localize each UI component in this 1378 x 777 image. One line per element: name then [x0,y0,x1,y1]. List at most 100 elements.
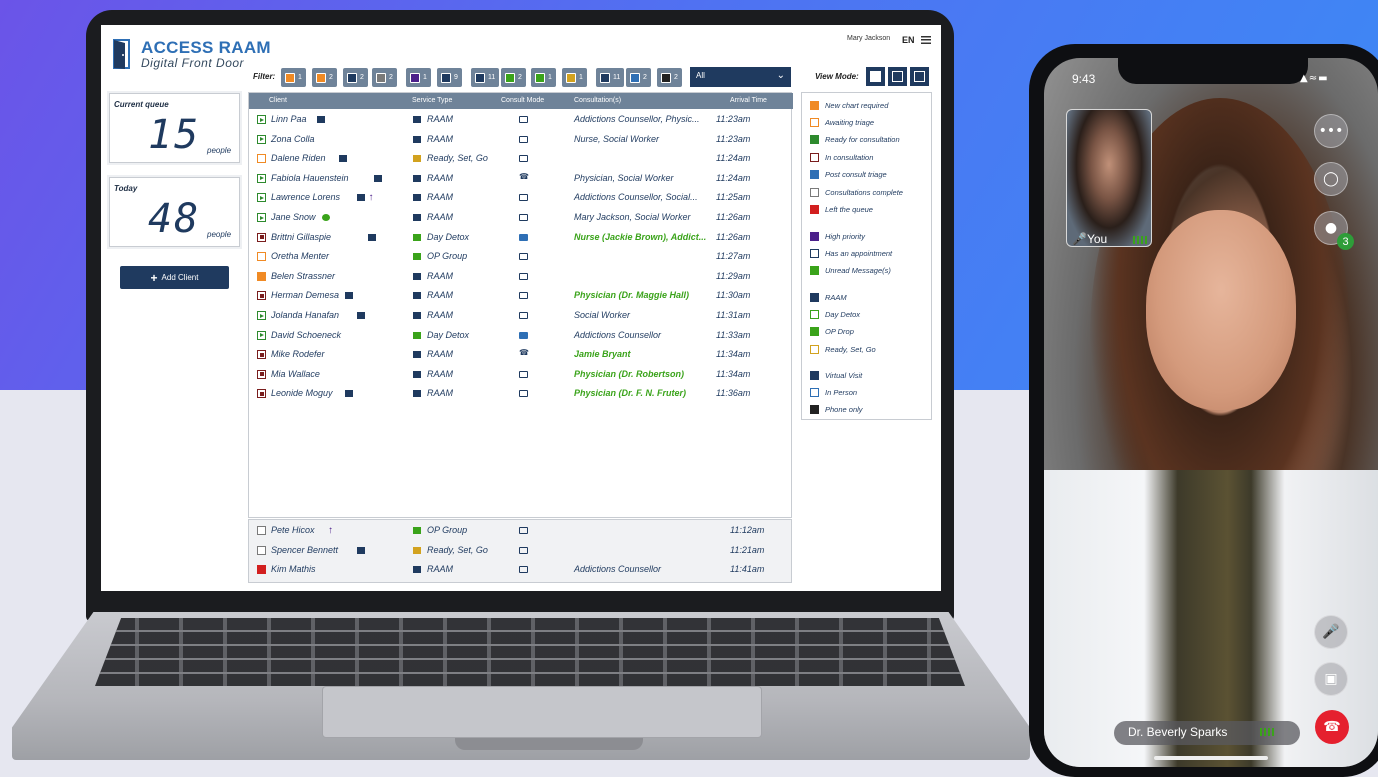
client-name[interactable]: Linn Paa [271,114,307,124]
client-name[interactable]: Jane Snow [271,212,316,222]
client-name[interactable]: Leonide Moguy [271,388,333,398]
mute-microphone-icon[interactable]: 🎤 [1314,615,1348,649]
user-name[interactable]: Mary Jackson [847,35,890,42]
table-row[interactable]: Lawrence Lorens ↑ RAAM Addictions Counsello… [249,188,793,208]
legend-item: Ready for consultation [810,134,900,146]
filter-chip[interactable]: 9 [437,68,462,87]
table-row[interactable]: Kim Mathis RAAM Addictions Counsellor 11:41… [249,560,793,580]
client-name[interactable]: Lawrence Lorens [271,192,340,202]
table-row[interactable]: Pete Hicox ↑ OP Group 11:12am [249,521,793,541]
table-header: Client Service Type Consult Mode Consult… [249,93,793,109]
filter-chip-icon [535,72,545,83]
client-name[interactable]: David Schoeneck [271,330,341,340]
table-row[interactable]: Zona Colla RAAM Nurse, Social Worker 11:23a… [249,130,793,150]
legend-item: In consultation [810,151,873,163]
filter-chip[interactable]: 1 [406,68,431,87]
self-video-tile[interactable] [1066,109,1152,247]
today-card: Today 48 people [109,177,240,247]
client-name[interactable]: Jolanda Hanafan [271,310,339,320]
self-signal-icon [1133,236,1147,244]
filter-chip[interactable]: 1 [562,68,587,87]
table-row[interactable]: Belen Strassner RAAM 11:29am [249,267,793,287]
filter-chip[interactable]: 1 [281,68,306,87]
client-name[interactable]: Spencer Bennett [271,545,338,555]
client-name[interactable]: Herman Demesa [271,290,339,300]
table-row[interactable]: Spencer Bennett Ready, Set, Go 11:21am [249,541,793,561]
filter-chip[interactable]: 2 [657,68,682,87]
virtual-visit-icon [519,527,528,534]
header-client[interactable]: Client [269,97,287,104]
appointment-icon [356,546,365,554]
legend-item: Virtual Visit [810,369,862,381]
filter-chip[interactable]: 2 [372,68,397,87]
client-name[interactable]: Belen Strassner [271,271,335,281]
view-mode-list-button[interactable] [866,67,885,86]
service-type: RAAM [427,388,454,399]
service-type: RAAM [427,310,454,320]
filter-chip[interactable]: 2 [343,68,368,87]
service-type: RAAM [427,290,454,301]
unread-message-icon [322,214,331,221]
header-arrival-time[interactable]: Arrival Time [730,97,767,104]
client-name[interactable]: Pete Hicox [271,525,315,535]
view-mode-full-button[interactable] [910,67,929,86]
table-row[interactable]: Mike Rodefer RAAM ☎ Jamie Bryant 11:34am [249,345,793,365]
client-name[interactable]: Kim Mathis [271,564,316,574]
view-mode-split-button[interactable] [888,67,907,86]
filter-chip-count: 9 [454,74,458,81]
chat-icon[interactable]: ◯ [1314,162,1348,196]
legend-item: Has an appointment [810,247,892,259]
appointment-icon [367,233,376,241]
high-priority-icon [810,231,819,241]
client-name[interactable]: Oretha Menter [271,251,329,261]
table-row[interactable]: David Schoeneck Day Detox Addictions Couns… [249,326,793,346]
hamburger-menu-icon[interactable] [921,36,931,44]
end-call-icon[interactable]: ☎ [1315,710,1349,744]
client-name[interactable]: Mike Rodefer [271,349,325,359]
header-consult-mode[interactable]: Consult Mode [501,97,544,104]
header-service-type[interactable]: Service Type [412,97,452,104]
table-row[interactable]: Herman Demesa RAAM Physician (Dr. Maggie H… [249,286,793,306]
add-client-button[interactable]: + Add Client [120,266,229,289]
filter-chip[interactable]: 2 [312,68,337,87]
filter-select[interactable]: All ⌄ [690,67,791,87]
split-view-icon [892,71,903,82]
table-row[interactable]: Fabiola Hauenstein RAAM ☎ Physician, Social… [249,169,793,189]
filter-select-value: All [696,71,705,80]
client-name[interactable]: Zona Colla [271,134,315,144]
more-options-icon[interactable]: ••• [1314,114,1348,148]
status-icon [257,389,266,399]
service-type-icon [413,272,421,280]
arrival-time: 11:25am [716,192,751,203]
filter-chip-count: 11 [488,74,496,81]
table-row[interactable]: Brittni Gillaspie Day Detox Nurse (Jackie … [249,228,793,248]
table-row[interactable]: Linn Paa RAAM Addictions Counsellor, Physi… [249,110,793,130]
filter-chip-count: 2 [360,74,364,81]
appointment-icon [373,174,382,182]
client-name[interactable]: Brittni Gillaspie [271,232,331,242]
table-row[interactable]: Jane Snow RAAM Mary Jackson, Social Worker… [249,208,793,228]
legend-label: Post consult triage [825,170,887,180]
filter-chip[interactable]: 1 [531,68,556,87]
appointment-icon [356,194,365,202]
service-type: RAAM [427,270,454,281]
filter-chip[interactable]: 11 [596,68,625,87]
consultations: Addictions Counsellor, Social... [574,192,698,203]
header-consultations[interactable]: Consultation(s) [574,97,621,104]
table-row[interactable]: Oretha Menter OP Group 11:27am [249,247,793,267]
table-row[interactable]: Jolanda Hanafan RAAM Social Worker 11:31am [249,306,793,326]
filter-chip[interactable]: 2 [501,68,526,87]
today-label: Today [114,184,138,193]
client-name[interactable]: Dalene Riden [271,153,326,163]
filter-chip[interactable]: 2 [626,68,651,87]
table-row[interactable]: Mia Wallace RAAM Physician (Dr. Robertson)… [249,365,793,385]
table-row[interactable]: Dalene Riden Ready, Set, Go 11:24am [249,149,793,169]
filter-chip[interactable]: 11 [471,68,500,87]
client-name[interactable]: Fabiola Hauenstein [271,173,349,183]
service-type: Day Detox [427,231,470,242]
client-name[interactable]: Mia Wallace [271,369,320,379]
service-type-icon [413,390,421,398]
language-toggle[interactable]: EN [902,35,915,45]
table-row[interactable]: Leonide Moguy RAAM Physician (Dr. F. N. Fr… [249,384,793,404]
video-camera-icon[interactable]: ▣ [1314,662,1348,696]
